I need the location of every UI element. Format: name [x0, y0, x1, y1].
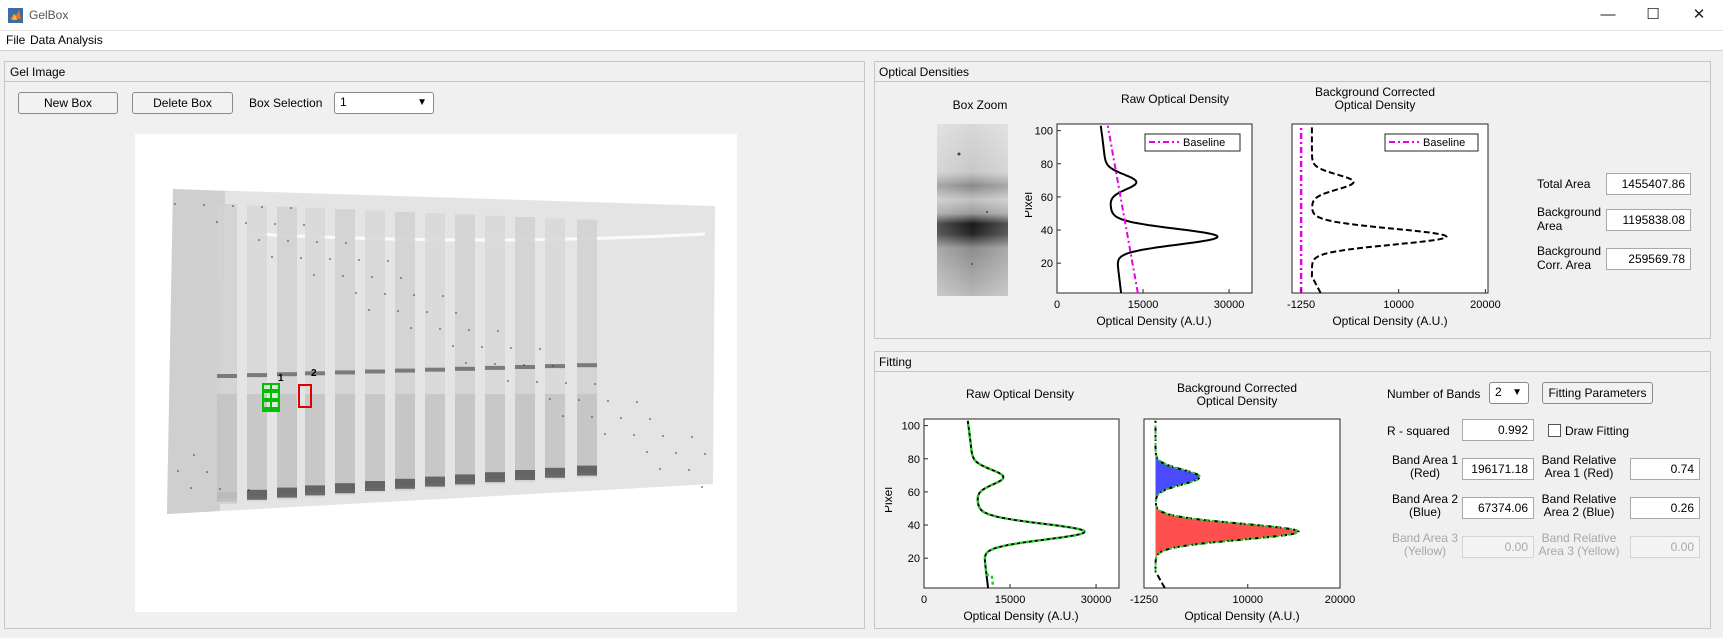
- fit-raw-xtick: 30000: [1081, 594, 1112, 606]
- box-2-label: 2: [311, 368, 317, 379]
- box-selection-value: 1: [340, 95, 347, 109]
- od-bc-chart: Baseline -1250 10000 20000 Optical Density…: [1287, 123, 1501, 328]
- od-bc-xtick: 10000: [1383, 299, 1414, 311]
- menu-data-analysis[interactable]: Data Analysis: [30, 33, 103, 47]
- rel-area-1-label-2: Area 1 (Red): [1544, 466, 1614, 480]
- total-area-field[interactable]: 1455407.86: [1606, 173, 1691, 195]
- od-raw-chart: Baseline 100 80 60 40 20 0 15000 30000 Pixel Op…: [1025, 123, 1253, 328]
- od-raw-ylabel: Pixel: [1025, 192, 1035, 218]
- background-area-field[interactable]: 1195838.08: [1606, 209, 1691, 231]
- rel-area-3-label-2: Area 3 (Yellow): [1538, 544, 1620, 558]
- close-icon[interactable]: ✕: [1687, 4, 1711, 26]
- background-area-label-1: Background: [1537, 205, 1602, 219]
- num-bands-label: Number of Bands: [1387, 387, 1481, 401]
- fit-raw-ytick: 20: [908, 553, 920, 565]
- od-raw-xtick: 30000: [1214, 299, 1245, 311]
- fit-bc-chart: -1250 10000 20000 Optical Density (A.U.): [1130, 418, 1356, 623]
- od-bc-xtick: -1250: [1287, 299, 1315, 311]
- od-bc-xtick: 20000: [1470, 299, 1501, 311]
- fit-raw-title: Raw Optical Density: [965, 387, 1075, 401]
- od-bc-title-2: Optical Density: [1334, 98, 1416, 112]
- band-area-1-label-2: (Red): [1409, 466, 1440, 480]
- od-raw-legend: Baseline: [1144, 133, 1241, 152]
- box-selection-dropdown[interactable]: 1 ▼: [334, 92, 434, 114]
- optical-densities-panel: Optical Densities Box Zoom Raw Optical D…: [874, 61, 1711, 339]
- fit-bc-xlabel: Optical Density (A.U.): [1184, 609, 1299, 623]
- band-area-3-field: 0.00: [1462, 536, 1534, 558]
- od-raw-ytick: 100: [1035, 126, 1053, 138]
- fit-raw-xtick: 0: [921, 594, 927, 606]
- r-squared-field[interactable]: 0.992: [1462, 419, 1534, 441]
- rel-area-3-field: 0.00: [1630, 536, 1700, 558]
- fit-raw-ylabel: Pixel: [885, 487, 895, 513]
- draw-fitting-checkbox[interactable]: [1548, 424, 1561, 437]
- maximize-icon[interactable]: ☐: [1641, 4, 1665, 26]
- od-raw-title: Raw Optical Density: [1120, 92, 1230, 106]
- fit-raw-ytick: 60: [908, 487, 920, 499]
- rel-area-1-field[interactable]: 0.74: [1630, 458, 1700, 480]
- draw-fitting-label: Draw Fitting: [1565, 424, 1630, 438]
- fitting-panel: Fitting Raw Optical Density 100 80 60 40 20 0…: [874, 351, 1711, 629]
- gel-panel-title: Gel Image: [10, 65, 66, 79]
- corr-area-label-2: Corr. Area: [1537, 258, 1592, 272]
- corr-area-label-1: Background: [1537, 244, 1602, 258]
- od-raw-ytick: 80: [1041, 159, 1053, 171]
- band-area-2-field[interactable]: 67374.06: [1462, 497, 1534, 519]
- rel-area-2-label-2: Area 2 (Blue): [1543, 505, 1615, 519]
- box-zoom-title: Box Zoom: [952, 98, 1008, 112]
- fit-raw-ytick: 80: [908, 454, 920, 466]
- band-area-1-field[interactable]: 196171.18: [1462, 458, 1534, 480]
- menu-bar: File Data Analysis: [0, 31, 1723, 51]
- box-selection-label: Box Selection: [249, 96, 323, 110]
- dropdown-arrow-icon: ▼: [417, 97, 427, 108]
- rel-area-2-field[interactable]: 0.26: [1630, 497, 1700, 519]
- gel-image[interactable]: 1 2: [135, 134, 737, 612]
- minimize-icon[interactable]: —: [1596, 4, 1620, 26]
- num-bands-value: 2: [1495, 385, 1502, 399]
- window-title: GelBox: [29, 8, 69, 22]
- fit-bc-xtick: -1250: [1130, 594, 1158, 606]
- od-raw-xtick: 15000: [1128, 299, 1159, 311]
- corr-area-field[interactable]: 259569.78: [1606, 248, 1691, 270]
- fit-bc-xtick: 20000: [1325, 594, 1356, 606]
- fit-raw-xtick: 15000: [995, 594, 1026, 606]
- fit-raw-ytick: 100: [902, 421, 920, 433]
- fitting-panel-title: Fitting: [879, 355, 912, 369]
- menu-file[interactable]: File: [6, 33, 25, 47]
- band-area-2-label-2: (Blue): [1408, 505, 1441, 519]
- title-bar: GelBox — ☐ ✕: [0, 0, 1723, 31]
- fitting-parameters-button[interactable]: Fitting Parameters: [1542, 382, 1653, 404]
- background-area-label-2: Area: [1537, 219, 1563, 233]
- od-bc-legend: Baseline: [1384, 133, 1479, 152]
- od-raw-xtick: 0: [1054, 299, 1060, 311]
- od-bc-legend-label: Baseline: [1423, 137, 1465, 149]
- band-area-3-label-2: (Yellow): [1403, 544, 1447, 558]
- od-raw-ytick: 20: [1041, 258, 1053, 270]
- fit-raw-xlabel: Optical Density (A.U.): [963, 609, 1078, 623]
- new-box-button[interactable]: New Box: [18, 92, 118, 114]
- od-raw-legend-label: Baseline: [1183, 137, 1225, 149]
- od-raw-ytick: 40: [1041, 225, 1053, 237]
- total-area-label: Total Area: [1537, 177, 1591, 191]
- matlab-logo-icon: [8, 8, 23, 23]
- r-squared-label: R - squared: [1387, 424, 1450, 438]
- fit-bc-xtick: 10000: [1232, 594, 1263, 606]
- od-raw-xlabel: Optical Density (A.U.): [1096, 314, 1211, 328]
- od-bc-xlabel: Optical Density (A.U.): [1332, 314, 1447, 328]
- delete-box-button[interactable]: Delete Box: [132, 92, 233, 114]
- box-1-label: 1: [278, 373, 284, 384]
- gel-image-panel: Gel Image New Box Delete Box Box Selecti…: [4, 61, 865, 629]
- num-bands-dropdown[interactable]: 2 ▼: [1489, 382, 1529, 404]
- fit-raw-ytick: 40: [908, 520, 920, 532]
- fit-raw-chart: 100 80 60 40 20 0 15000 30000 Pixel Optical Den…: [885, 418, 1120, 623]
- od-panel-title: Optical Densities: [879, 65, 970, 79]
- box-zoom-image: [937, 124, 1008, 296]
- dropdown-arrow-icon: ▼: [1512, 387, 1522, 398]
- od-raw-ytick: 60: [1041, 192, 1053, 204]
